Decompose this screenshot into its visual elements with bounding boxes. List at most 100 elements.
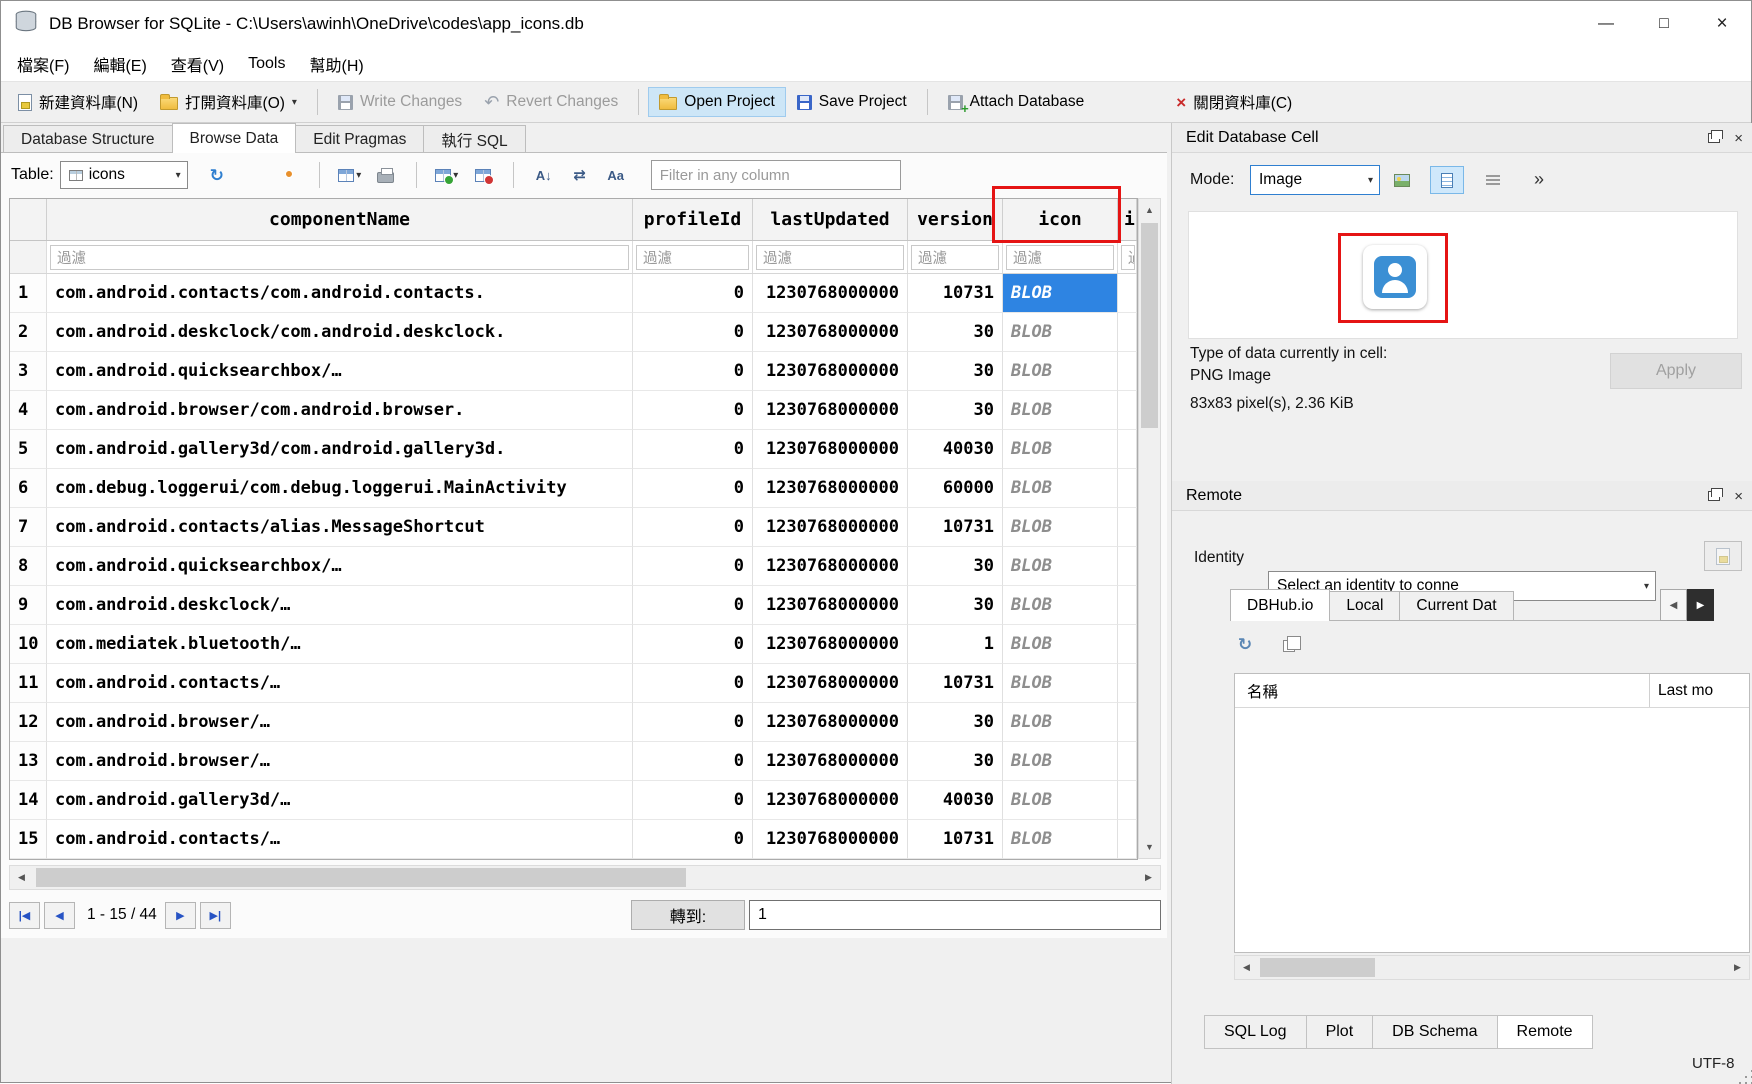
previous-record-button[interactable]: ◀ [44, 902, 75, 929]
filter-version[interactable]: 過濾 [908, 241, 1003, 273]
table-row[interactable]: 7 com.android.contacts/alias.MessageShor… [10, 508, 1137, 547]
cell-partial[interactable] [1118, 352, 1137, 391]
column-header-version[interactable]: version [908, 199, 1003, 240]
cell-lastUpdated[interactable]: 1230768000000 [753, 625, 908, 664]
menu-help[interactable]: 幫助(H) [297, 47, 375, 81]
cell-partial[interactable] [1118, 586, 1137, 625]
save-table-button[interactable]: ▾ [335, 161, 365, 189]
text-mode-button[interactable] [1430, 166, 1464, 194]
cell-profileId[interactable]: 0 [633, 469, 753, 508]
cell-partial[interactable] [1118, 742, 1137, 781]
cell-profileId[interactable]: 0 [633, 742, 753, 781]
column-header-last-modified[interactable]: Last mo [1649, 674, 1749, 707]
sort-asc-button[interactable]: A↓ [529, 161, 559, 189]
cell-icon-blob[interactable]: BLOB [1003, 781, 1118, 820]
tab-dbhub[interactable]: DBHub.io [1230, 589, 1330, 621]
cell-lastUpdated[interactable]: 1230768000000 [753, 703, 908, 742]
cell-lastUpdated[interactable]: 1230768000000 [753, 274, 908, 313]
goto-record-input[interactable] [749, 900, 1161, 930]
cell-icon-blob[interactable]: BLOB [1003, 391, 1118, 430]
new-record-button[interactable]: ▾ [432, 161, 462, 189]
cell-componentName[interactable]: com.debug.loggerui/com.debug.loggerui.Ma… [47, 469, 633, 508]
cell-componentName[interactable]: com.android.deskclock/… [47, 586, 633, 625]
cell-icon-blob[interactable]: BLOB [1003, 313, 1118, 352]
remote-refresh-button[interactable]: ↻ [1232, 631, 1258, 657]
cell-version[interactable]: 30 [908, 391, 1003, 430]
scrollbar-thumb[interactable] [36, 868, 686, 887]
open-database-button[interactable]: 打開資料庫(O) ▾ [149, 85, 308, 119]
cell-version[interactable]: 10731 [908, 274, 1003, 313]
table-row[interactable]: 4 com.android.browser/com.android.browse… [10, 391, 1137, 430]
cell-partial[interactable] [1118, 313, 1137, 352]
cell-profileId[interactable]: 0 [633, 703, 753, 742]
column-header-name[interactable]: 名稱 [1235, 674, 1649, 707]
cell-profileId[interactable]: 0 [633, 391, 753, 430]
new-database-button[interactable]: 新建資料庫(N) [7, 85, 149, 119]
expand-toolbar-icon[interactable]: » [1534, 169, 1544, 190]
filter-icon-column[interactable]: 過濾 [1003, 241, 1118, 273]
remote-clone-button[interactable] [1276, 631, 1302, 657]
cell-version[interactable]: 30 [908, 586, 1003, 625]
cell-partial[interactable] [1118, 625, 1137, 664]
cell-version[interactable]: 1 [908, 625, 1003, 664]
cell-lastUpdated[interactable]: 1230768000000 [753, 547, 908, 586]
cell-partial[interactable] [1118, 781, 1137, 820]
tabs-scroll-right-button[interactable]: ▶ [1687, 589, 1714, 621]
scroll-left-button[interactable]: ◀ [10, 866, 33, 889]
cell-version[interactable]: 30 [908, 742, 1003, 781]
table-row[interactable]: 2 com.android.deskclock/com.android.desk… [10, 313, 1137, 352]
cell-version[interactable]: 30 [908, 547, 1003, 586]
resize-grip[interactable] [1745, 1076, 1747, 1078]
cell-version[interactable]: 40030 [908, 781, 1003, 820]
filter-partial[interactable]: 過濾 [1118, 241, 1137, 273]
table-row[interactable]: 5 com.android.gallery3d/com.android.gall… [10, 430, 1137, 469]
cell-partial[interactable] [1118, 274, 1137, 313]
table-row[interactable]: 13 com.android.browser/… 0 1230768000000… [10, 742, 1137, 781]
identity-settings-button[interactable] [1704, 541, 1742, 571]
open-project-button[interactable]: Open Project [648, 87, 785, 117]
cell-componentName[interactable]: com.android.contacts/com.android.contact… [47, 274, 633, 313]
tab-local[interactable]: Local [1329, 591, 1400, 621]
column-header-componentName[interactable]: componentName [47, 199, 633, 240]
remote-horizontal-scrollbar[interactable]: ◀ ▶ [1234, 955, 1750, 980]
save-project-button[interactable]: Save Project [786, 87, 918, 117]
cell-version[interactable]: 10731 [908, 508, 1003, 547]
cell-lastUpdated[interactable]: 1230768000000 [753, 820, 908, 859]
cell-componentName[interactable]: com.android.contacts/… [47, 820, 633, 859]
filter-profileId[interactable]: 過濾 [633, 241, 753, 273]
tab-current-database[interactable]: Current Dat [1399, 591, 1513, 621]
cell-profileId[interactable]: 0 [633, 430, 753, 469]
scroll-up-button[interactable]: ▲ [1139, 199, 1160, 221]
tab-browse-data[interactable]: Browse Data [172, 123, 297, 153]
cell-version[interactable]: 10731 [908, 664, 1003, 703]
cell-lastUpdated[interactable]: 1230768000000 [753, 664, 908, 703]
cell-profileId[interactable]: 0 [633, 352, 753, 391]
swap-button[interactable]: ⇄ [565, 161, 595, 189]
cell-icon-blob[interactable]: BLOB [1003, 274, 1118, 313]
table-row[interactable]: 8 com.android.quicksearchbox/… 0 1230768… [10, 547, 1137, 586]
cell-lastUpdated[interactable]: 1230768000000 [753, 508, 908, 547]
cell-lastUpdated[interactable]: 1230768000000 [753, 313, 908, 352]
close-panel-icon[interactable]: × [1734, 489, 1743, 504]
cell-lastUpdated[interactable]: 1230768000000 [753, 469, 908, 508]
print-button[interactable] [371, 161, 401, 189]
cell-lastUpdated[interactable]: 1230768000000 [753, 352, 908, 391]
table-select[interactable]: icons ▾ [60, 161, 188, 189]
close-button[interactable]: × [1693, 1, 1751, 47]
tab-execute-sql[interactable]: 執行 SQL [423, 125, 525, 153]
cell-version[interactable]: 30 [908, 313, 1003, 352]
cell-profileId[interactable]: 0 [633, 274, 753, 313]
cell-icon-blob[interactable]: BLOB [1003, 625, 1118, 664]
undock-panel-icon[interactable] [1708, 133, 1720, 143]
cell-partial[interactable] [1118, 508, 1137, 547]
refresh-button[interactable]: ↻ [202, 161, 232, 189]
filter-lastUpdated[interactable]: 過濾 [753, 241, 908, 273]
tab-edit-pragmas[interactable]: Edit Pragmas [295, 125, 424, 153]
table-row[interactable]: 9 com.android.deskclock/… 0 123076800000… [10, 586, 1137, 625]
cell-profileId[interactable]: 0 [633, 586, 753, 625]
scroll-right-button[interactable]: ▶ [1137, 866, 1160, 889]
apply-button[interactable]: Apply [1610, 353, 1742, 389]
table-row[interactable]: 10 com.mediatek.bluetooth/… 0 1230768000… [10, 625, 1137, 664]
word-wrap-button[interactable] [1478, 166, 1508, 194]
cell-partial[interactable] [1118, 430, 1137, 469]
